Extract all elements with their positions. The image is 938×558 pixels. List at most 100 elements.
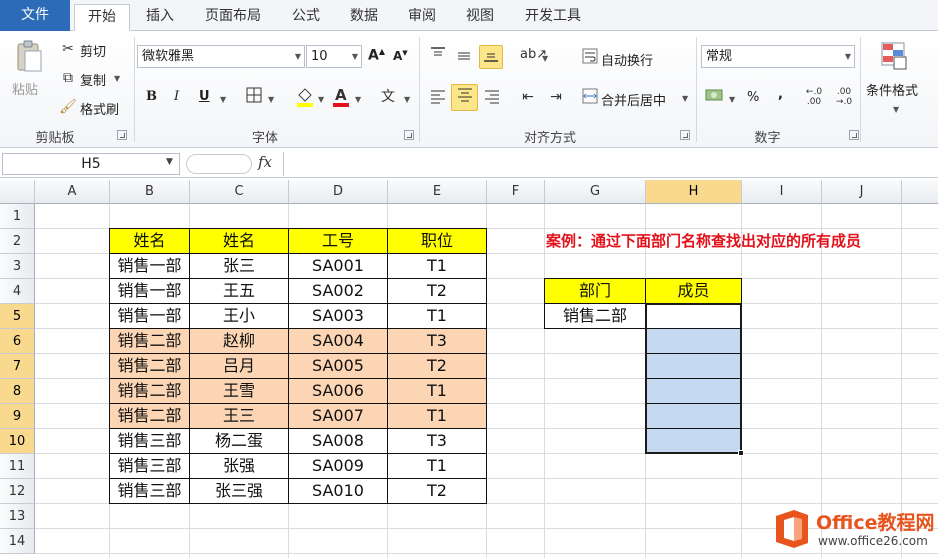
phonetic-icon[interactable]: 文: [378, 87, 398, 107]
align-bottom-icon[interactable]: [479, 45, 503, 69]
column-header-h[interactable]: H: [646, 180, 742, 204]
column-header-b[interactable]: B: [110, 180, 190, 204]
font-name-select[interactable]: 微软雅黑 ▼: [137, 45, 305, 68]
member-cell[interactable]: [646, 304, 742, 329]
table-cell[interactable]: 张三: [190, 254, 289, 279]
formula-input[interactable]: [283, 152, 938, 176]
tab-data[interactable]: 数据: [342, 4, 386, 31]
table-cell[interactable]: 王五: [190, 279, 289, 304]
row-header-10[interactable]: 10: [0, 429, 35, 454]
row-header-11[interactable]: 11: [0, 454, 35, 479]
row-header-12[interactable]: 12: [0, 479, 35, 504]
borders-dropdown-icon[interactable]: ▼: [268, 95, 274, 104]
table-cell[interactable]: 销售三部: [110, 479, 190, 504]
cut-button[interactable]: 剪切: [80, 41, 106, 60]
row-header-6[interactable]: 6: [0, 329, 35, 354]
column-header-next[interactable]: [902, 180, 938, 204]
column-header-e[interactable]: E: [388, 180, 487, 204]
conditional-format-button[interactable]: 条件格式: [866, 80, 918, 99]
table-cell[interactable]: 销售二部: [110, 329, 190, 354]
borders-icon[interactable]: [244, 87, 264, 107]
row-header-14[interactable]: 14: [0, 529, 35, 554]
table-header-cell[interactable]: 职位: [388, 229, 487, 254]
column-header-f[interactable]: F: [487, 180, 545, 204]
clipboard-launcher-icon[interactable]: [117, 130, 127, 140]
font-launcher-icon[interactable]: [404, 130, 414, 140]
fill-color-dropdown-icon[interactable]: ▼: [318, 95, 324, 104]
font-size-select[interactable]: 10 ▼: [306, 45, 362, 68]
table-cell[interactable]: T2: [388, 279, 487, 304]
copy-button[interactable]: 复制: [80, 70, 106, 89]
italic-icon[interactable]: I: [174, 89, 179, 104]
underline-dropdown-icon[interactable]: ▼: [220, 95, 226, 104]
underline-icon[interactable]: U: [199, 89, 210, 104]
decrease-decimal-icon[interactable]: .00 →.0: [834, 87, 854, 107]
wrap-text-button[interactable]: 自动换行: [601, 50, 653, 69]
select-all-corner[interactable]: [0, 180, 35, 204]
table-header-cell[interactable]: 姓名: [190, 229, 289, 254]
tab-developer[interactable]: 开发工具: [516, 4, 590, 31]
table-cell[interactable]: 销售三部: [110, 454, 190, 479]
table-cell[interactable]: 销售二部: [110, 379, 190, 404]
tab-page-layout[interactable]: 页面布局: [196, 4, 270, 31]
align-right-icon[interactable]: [482, 87, 502, 107]
copy-dropdown-icon[interactable]: ▼: [114, 74, 120, 83]
formula-bar-handle[interactable]: [186, 154, 252, 174]
row-header-5[interactable]: 5: [0, 304, 35, 329]
format-painter-button[interactable]: 格式刷: [80, 99, 119, 118]
increase-indent-icon[interactable]: ⇥: [546, 87, 566, 107]
table-cell[interactable]: 王雪: [190, 379, 289, 404]
format-painter-icon[interactable]: 🖌: [58, 97, 78, 117]
merge-center-icon[interactable]: [580, 88, 600, 108]
merge-dropdown-icon[interactable]: ▼: [682, 94, 688, 103]
member-cell[interactable]: [646, 354, 742, 379]
row-header-8[interactable]: 8: [0, 379, 35, 404]
table-cell[interactable]: 张三强: [190, 479, 289, 504]
table-cell[interactable]: SA004: [289, 329, 388, 354]
table-header-cell[interactable]: 姓名: [110, 229, 190, 254]
fill-color-icon[interactable]: [294, 85, 314, 107]
table-cell[interactable]: 张强: [190, 454, 289, 479]
wrap-text-icon[interactable]: [580, 48, 600, 68]
font-color-icon[interactable]: A: [330, 85, 350, 107]
align-center-icon[interactable]: [451, 84, 478, 111]
align-left-icon[interactable]: [428, 87, 448, 107]
font-color-dropdown-icon[interactable]: ▼: [355, 95, 361, 104]
decrease-font-icon[interactable]: A▼: [393, 49, 408, 63]
table-cell[interactable]: T3: [388, 429, 487, 454]
table-header-cell[interactable]: 工号: [289, 229, 388, 254]
table-cell[interactable]: 销售二部: [110, 354, 190, 379]
alignment-launcher-icon[interactable]: [680, 130, 690, 140]
table-cell[interactable]: SA007: [289, 404, 388, 429]
tab-view[interactable]: 视图: [458, 4, 502, 31]
table-cell[interactable]: 销售一部: [110, 254, 190, 279]
column-header-c[interactable]: C: [190, 180, 289, 204]
table-cell[interactable]: SA009: [289, 454, 388, 479]
column-header-i[interactable]: I: [742, 180, 822, 204]
table-cell[interactable]: SA002: [289, 279, 388, 304]
row-header-7[interactable]: 7: [0, 354, 35, 379]
member-cell[interactable]: [646, 404, 742, 429]
table-cell[interactable]: SA001: [289, 254, 388, 279]
currency-dropdown-icon[interactable]: ▼: [729, 95, 735, 104]
row-header-3[interactable]: 3: [0, 254, 35, 279]
comma-button[interactable]: ,: [778, 87, 783, 102]
row-header-2[interactable]: 2: [0, 229, 35, 254]
table-cell[interactable]: T1: [388, 379, 487, 404]
table-cell[interactable]: 销售一部: [110, 279, 190, 304]
table-cell[interactable]: SA010: [289, 479, 388, 504]
merge-center-button[interactable]: 合并后居中: [601, 90, 666, 109]
table-cell[interactable]: 销售三部: [110, 429, 190, 454]
table-cell[interactable]: 吕月: [190, 354, 289, 379]
currency-icon[interactable]: [704, 87, 724, 107]
cut-icon[interactable]: ✂: [58, 39, 78, 59]
row-header-13[interactable]: 13: [0, 504, 35, 529]
table-cell[interactable]: T2: [388, 354, 487, 379]
table-cell[interactable]: 销售一部: [110, 304, 190, 329]
row-header-1[interactable]: 1: [0, 204, 35, 229]
table-cell[interactable]: 杨二蛋: [190, 429, 289, 454]
column-header-a[interactable]: A: [35, 180, 110, 204]
member-cell[interactable]: [646, 429, 742, 454]
paste-button-label[interactable]: 粘贴: [12, 79, 38, 98]
increase-decimal-icon[interactable]: ←.0.00: [804, 87, 824, 107]
